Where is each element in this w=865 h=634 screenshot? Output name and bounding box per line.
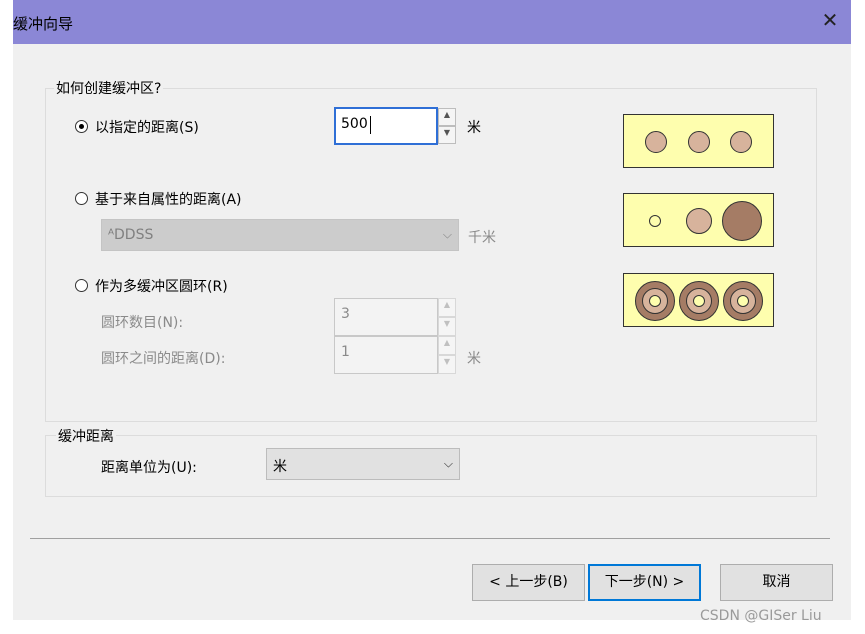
divider	[30, 538, 830, 539]
radio-specified-distance[interactable]	[75, 120, 88, 133]
ring-distance-spin-down[interactable]: ▼	[438, 355, 456, 374]
multiple-rings-label: 作为多缓冲区圆环(R)	[95, 279, 228, 295]
distance-spin-up[interactable]: ▲	[438, 108, 456, 126]
text-cursor	[370, 116, 371, 134]
create-buffer-group-label: 如何创建缓冲区?	[54, 78, 164, 98]
attribute-field-select[interactable]: ᴬDDSS ⌵	[101, 219, 459, 251]
buffer-circle-icon	[722, 201, 762, 241]
distance-input[interactable]: 500	[334, 107, 438, 145]
ring-inner-icon	[693, 295, 705, 307]
ring-inner-icon	[737, 295, 749, 307]
ring-count-value: 3	[341, 306, 350, 322]
buffer-distance-group-label: 缓冲距离	[56, 426, 116, 446]
radio-attribute-distance[interactable]	[75, 192, 88, 205]
specified-distance-label: 以指定的距离(S)	[95, 120, 199, 136]
buffer-circle-icon	[645, 131, 667, 153]
distance-unit-label: 距离单位为(U):	[101, 460, 197, 476]
next-button[interactable]: 下一步(N) >	[588, 564, 701, 601]
buffer-circle-icon	[688, 131, 710, 153]
ring-count-spin-up[interactable]: ▲	[438, 298, 456, 317]
ring-distance-input[interactable]: 1	[334, 336, 438, 374]
buffer-circle-icon	[730, 131, 752, 153]
title-bar	[13, 0, 851, 44]
distance-unit-select[interactable]: 米 ⌵	[266, 448, 460, 480]
distance-unit: 米	[467, 120, 481, 136]
buffer-circle-icon	[686, 208, 712, 234]
ring-distance-spin-up[interactable]: ▲	[438, 336, 456, 355]
ring-count-label: 圆环数目(N):	[101, 315, 184, 331]
distance-unit-select-value: 米	[273, 459, 287, 475]
close-icon[interactable]: ✕	[818, 8, 842, 32]
window-title: 缓冲向导	[13, 15, 74, 33]
distance-spin-down[interactable]: ▼	[438, 126, 456, 144]
radio-multiple-rings[interactable]	[75, 279, 88, 292]
ring-inner-icon	[649, 295, 661, 307]
cancel-button[interactable]: 取消	[720, 564, 833, 601]
chevron-down-icon: ⌵	[442, 227, 452, 242]
back-button[interactable]: < 上一步(B)	[472, 564, 585, 601]
ring-distance-unit: 米	[467, 351, 481, 367]
ring-distance-value: 1	[341, 344, 350, 360]
distance-input-value: 500	[341, 116, 368, 132]
ring-count-input[interactable]: 3	[334, 298, 438, 336]
preview-attribute-distance	[623, 193, 774, 247]
attribute-distance-label: 基于来自属性的距离(A)	[95, 192, 242, 208]
buffer-circle-icon	[649, 215, 661, 227]
ring-distance-label: 圆环之间的距离(D):	[101, 351, 226, 367]
preview-multiple-rings	[623, 273, 774, 327]
preview-fixed-distance	[623, 114, 774, 168]
watermark-text: CSDN @GISer Liu	[700, 608, 822, 624]
ring-count-spin-down[interactable]: ▼	[438, 317, 456, 336]
attribute-unit: 千米	[468, 230, 496, 246]
attribute-field-value: ᴬDDSS	[108, 227, 154, 243]
chevron-down-icon: ⌵	[443, 456, 453, 471]
